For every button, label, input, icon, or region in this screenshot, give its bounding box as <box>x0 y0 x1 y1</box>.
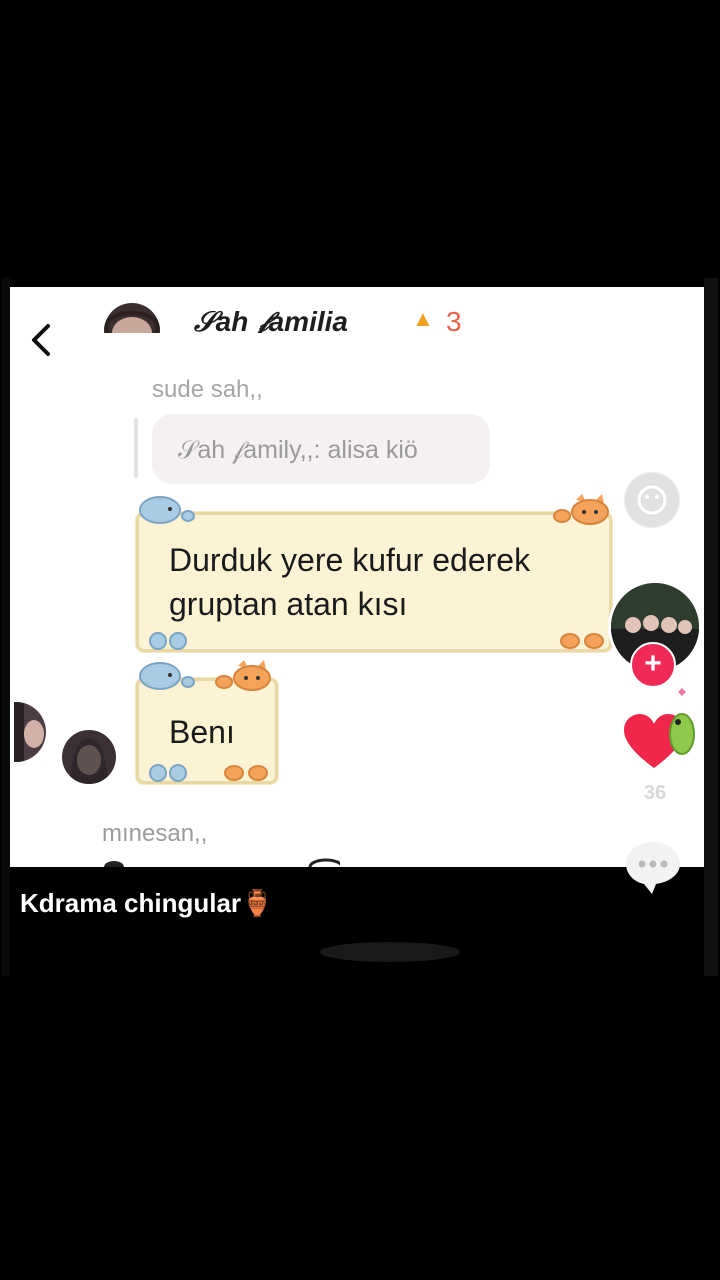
like-count: 36 <box>643 782 667 804</box>
frame-edge-right <box>704 278 718 976</box>
flame-icon: ▲ <box>412 306 434 331</box>
sender-name: mınesan,, <box>102 820 208 847</box>
sender-name: sude sah,, <box>152 376 263 403</box>
paw-sticker-icon <box>149 632 187 650</box>
video-caption[interactable]: Kdrama chingular🏺 <box>20 888 273 919</box>
cat-sticker-icon <box>139 662 195 690</box>
paw-sticker-icon <box>149 764 187 782</box>
reply-quote-text: 𝒮ah 𝒻amily,,: alisa kiö <box>178 436 418 464</box>
cut-off-content <box>104 858 340 867</box>
follow-plus-button[interactable]: + <box>630 642 676 688</box>
cat-sticker-icon <box>553 494 609 525</box>
paw-sticker-icon <box>560 633 604 649</box>
streak-count: 3 <box>446 306 462 333</box>
frame-edge-left <box>2 278 10 976</box>
cat-sticker-icon <box>139 496 195 524</box>
cat-sticker-icon <box>215 660 271 691</box>
avatar[interactable] <box>62 730 116 784</box>
emoji-icon[interactable] <box>624 472 680 528</box>
message-text: Benı <box>169 714 235 750</box>
message-text: Durduk yere kufur ederek gruptan atan kı… <box>169 542 531 622</box>
comment-bubble-icon[interactable] <box>622 838 684 896</box>
back-chevron-icon[interactable] <box>24 320 64 360</box>
reply-indicator <box>134 418 138 478</box>
group-title: 𝒮ah 𝒻amilia <box>194 306 348 333</box>
paw-sticker-icon <box>224 765 268 781</box>
vase-emoji-icon: 🏺 <box>241 888 274 918</box>
smudge <box>320 942 460 962</box>
caption-text: Kdrama chingular <box>20 888 242 918</box>
frog-sticker-icon <box>669 688 695 755</box>
